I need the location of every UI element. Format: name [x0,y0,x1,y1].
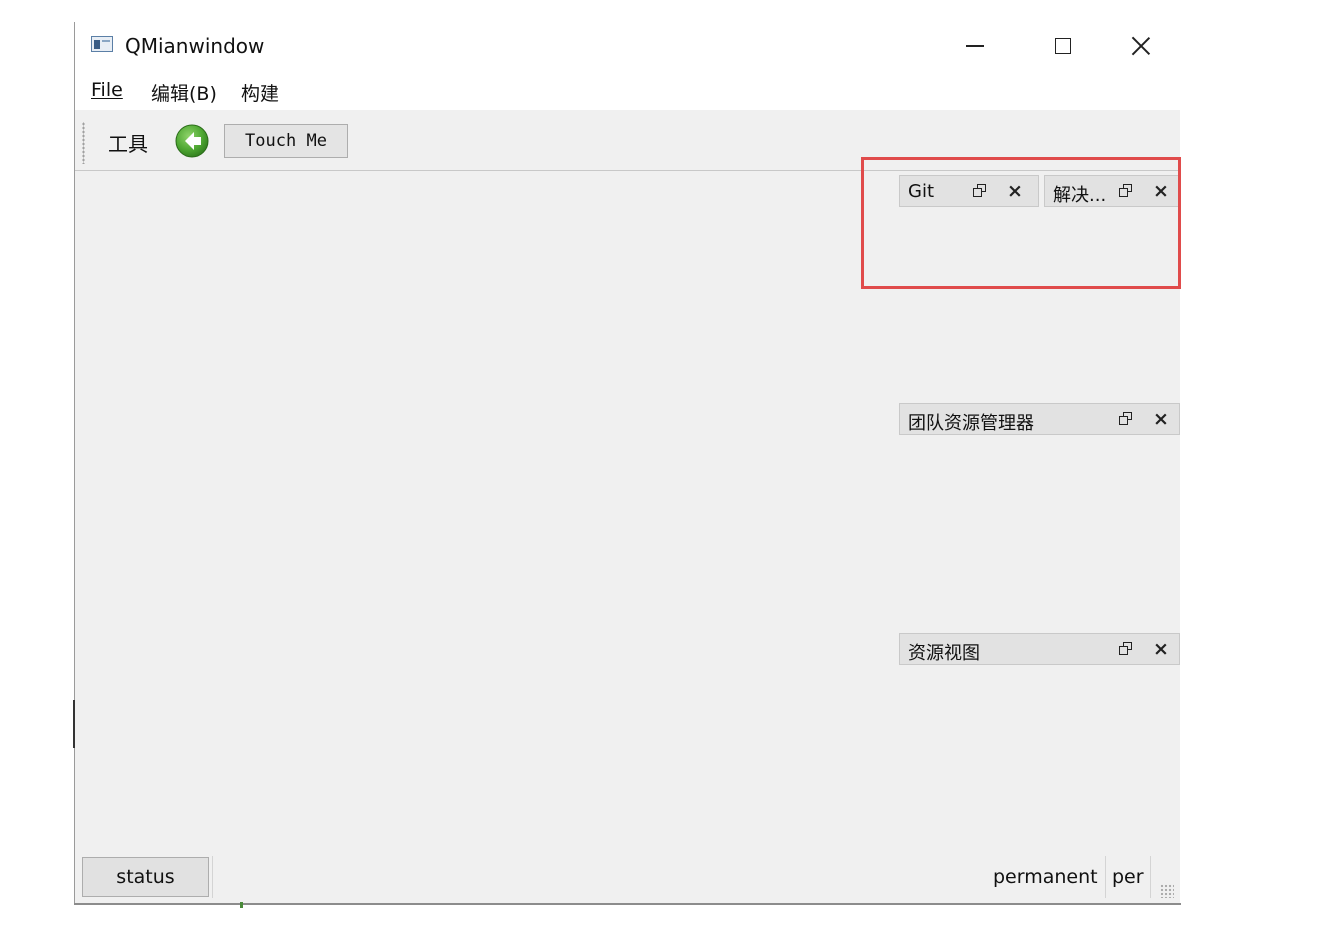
minimize-icon [966,45,984,47]
menu-build-label: 构建 [241,83,280,105]
title-bar[interactable]: QMianwindow [75,22,1180,70]
menu-bar: File 编辑(B) 构建 [75,70,1180,110]
menu-file-label: File [91,79,123,101]
per-label: per [1112,866,1144,888]
tool-action[interactable]: 工具 [108,128,148,157]
dock-close-icon[interactable]: × [1150,638,1172,660]
touch-me-button[interactable]: Touch Me [224,124,348,158]
toolbar-grip-handle[interactable] [82,122,85,164]
dock-team-explorer[interactable]: 团队资源管理器 × [899,403,1180,435]
main-window: QMianwindow File 编辑(B) 构建 工具 Touch Me Gi… [75,22,1180,904]
menu-build[interactable]: 构建 [239,79,281,106]
close-icon [1131,36,1151,56]
dock-close-icon[interactable]: × [1150,408,1172,430]
dock-team-explorer-title: 团队资源管理器 [908,413,1034,434]
status-bar: status permanent per [75,852,1180,904]
dock-resource-view-title: 资源视图 [908,643,980,664]
float-icon[interactable] [1115,408,1137,430]
maximize-button[interactable] [1041,28,1085,64]
back-arrow-icon[interactable] [174,123,210,159]
status-separator [212,856,213,898]
menu-edit[interactable]: 编辑(B) [149,79,219,106]
status-separator [1105,856,1106,898]
minimize-button[interactable] [953,28,997,64]
window-title: QMianwindow [125,34,265,58]
close-button[interactable] [1119,28,1163,64]
bottom-edge-mark [240,902,243,908]
status-separator [1150,856,1151,898]
maximize-icon [1055,38,1071,54]
status-button[interactable]: status [82,857,209,897]
permanent-label: permanent [993,866,1098,888]
menu-file[interactable]: File [89,79,125,101]
dock-resource-view[interactable]: 资源视图 × [899,633,1180,665]
float-icon[interactable] [1115,638,1137,660]
menu-edit-label: 编辑(B) [151,83,217,105]
size-grip-handle[interactable] [1160,884,1174,898]
annotation-highlight-box [861,157,1181,289]
app-window-icon [91,36,113,52]
